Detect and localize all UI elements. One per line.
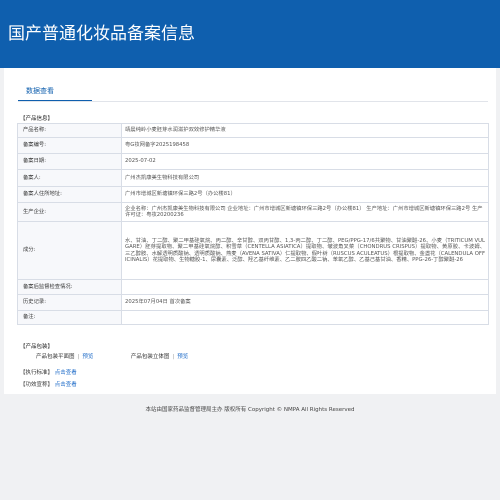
efficacy-section-title: 【功效宣称】 <box>20 382 54 388</box>
package-row: 产品包装平面图 | 预览 产品包装立体图 | 预览 <box>36 352 191 360</box>
history-value: 2025年07月04日 首次备案 <box>121 294 489 311</box>
row-label: 备案人: <box>17 169 122 187</box>
package-3d-label: 产品包装立体图 <box>130 354 170 360</box>
product-info-title: 【产品信息】 <box>20 116 54 122</box>
table-row: 生产企业: 企业名称：广州杰凯康美生物科技有限公司 企业地址：广州市增城区新塘镇… <box>17 202 489 222</box>
registrant-value: 广州杰凯康美生物科技有限公司 <box>121 169 489 187</box>
inspection-value <box>121 279 489 295</box>
row-label: 成分: <box>17 221 122 280</box>
product-name-value: 靖晨纯岭小麦胚芽水润滋护双效修护精华液 <box>121 123 489 138</box>
row-label: 备案日期: <box>17 153 122 170</box>
table-row: 备注: <box>17 310 489 325</box>
efficacy-view-link[interactable]: 点击查看 <box>55 382 77 388</box>
registration-date-value: 2025-07-02 <box>121 153 489 170</box>
row-label: 生产企业: <box>17 202 122 222</box>
standard-section-title: 【执行标准】 <box>20 370 54 376</box>
row-label: 备案后监督检查情况: <box>17 279 122 295</box>
table-row: 备案人: 广州杰凯康美生物科技有限公司 <box>17 169 489 187</box>
registrant-address-value: 广州市增城区新塘镇环保三路2号（办公楼81） <box>121 186 489 203</box>
standard-row: 【执行标准】 点击查看 <box>20 368 77 376</box>
standard-view-link[interactable]: 点击查看 <box>55 370 77 376</box>
separator: | <box>172 354 175 360</box>
table-row: 备案日期: 2025-07-02 <box>17 153 489 170</box>
package-3d-preview-link[interactable]: 预览 <box>177 354 188 360</box>
ingredients-value: 水、甘油、丁二醇、聚二甲基硅氧烷、丙二醇、辛甘醇、双丙甘醇、1,3-丙二醇、丁二… <box>125 238 485 263</box>
table-row: 备案后监督检查情况: <box>17 279 489 295</box>
package-flat-label: 产品包装平面图 <box>36 354 75 360</box>
table-row: 历史记录: 2025年07月04日 首次备案 <box>17 294 489 311</box>
package-section-title: 【产品包装】 <box>20 344 54 350</box>
remarks-value <box>121 310 489 325</box>
table-row: 备案人住所地址: 广州市增城区新塘镇环保三路2号（办公楼81） <box>17 186 489 203</box>
package-flat-preview-link[interactable]: 预览 <box>82 354 93 360</box>
row-label: 备案编号: <box>17 137 122 154</box>
registration-number-value: 粤G妆网备字2025198458 <box>121 137 489 154</box>
row-label: 历史记录: <box>17 294 122 311</box>
site-title: 国产普通化妆品备案信息 <box>8 24 195 44</box>
row-label: 备注: <box>17 310 122 325</box>
tab-divider <box>18 101 488 102</box>
footer: 本站由国家药品监督管理局主办 版权所有 Copyright © NMPA All… <box>145 407 355 413</box>
tab-data-view[interactable]: 数据查看 <box>26 86 54 96</box>
row-label: 备案人住所地址: <box>17 186 122 203</box>
table-row: 产品名称: 靖晨纯岭小麦胚芽水润滋护双效修护精华液 <box>17 123 489 138</box>
row-label: 产品名称: <box>17 123 122 138</box>
site-header: 国产普通化妆品备案信息 <box>0 0 500 68</box>
efficacy-row: 【功效宣称】 点击查看 <box>20 380 77 388</box>
table-row: 成分: 水、甘油、丁二醇、聚二甲基硅氧烷、丙二醇、辛甘醇、双丙甘醇、1,3-丙二… <box>17 221 489 280</box>
manufacturer-value: 企业名称：广州杰凯康美生物科技有限公司 企业地址：广州市增城区新塘镇环保三路2号… <box>121 202 489 222</box>
table-row: 备案编号: 粤G妆网备字2025198458 <box>17 137 489 154</box>
product-info-table: 产品名称: 靖晨纯岭小麦胚芽水润滋护双效修护精华液 备案编号: 粤G妆网备字20… <box>17 123 489 325</box>
separator: | <box>77 354 80 360</box>
